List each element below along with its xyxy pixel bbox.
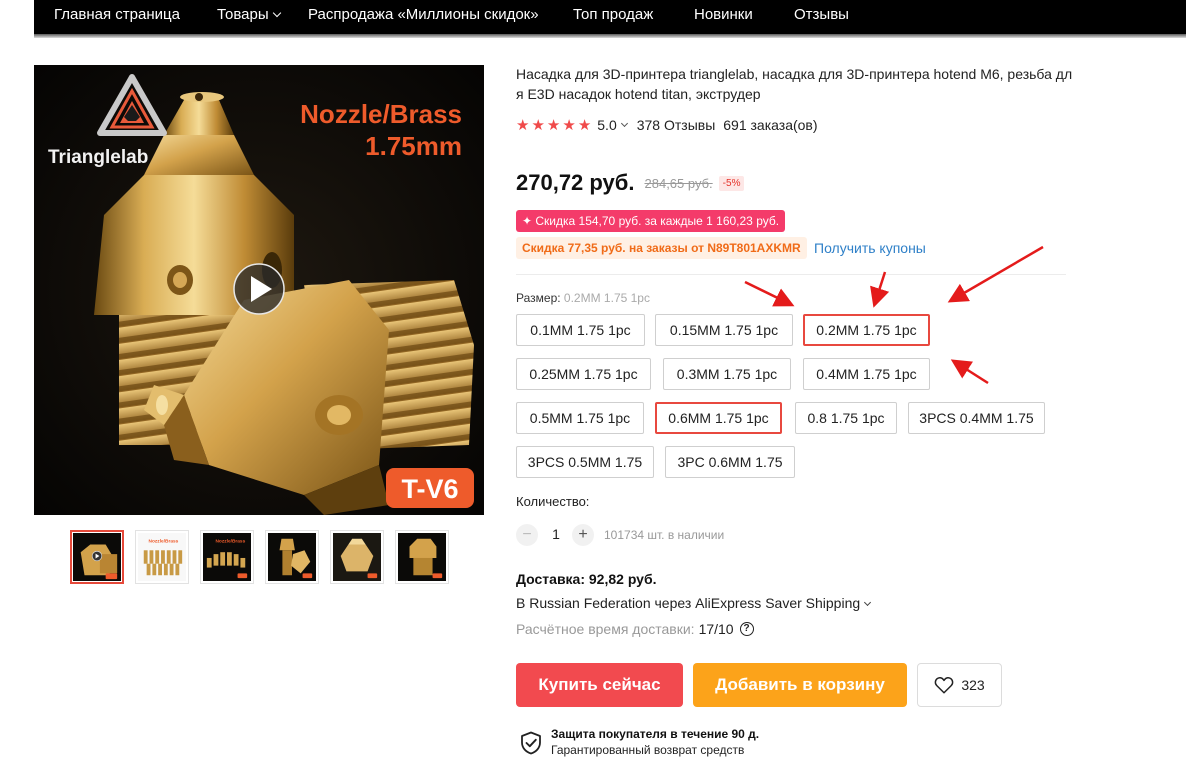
svg-text:Nozzle/Brass: Nozzle/Brass [149,539,179,545]
delivery-eta: Расчётное время доставки: 17/10 ? [516,621,754,637]
size-label-text: Размер: [516,291,561,305]
image-heading-line2: 1.75mm [365,131,462,161]
heart-icon [934,676,954,694]
eta-label: Расчётное время доставки: [516,621,695,637]
shipping-cost: Доставка: 92,82 руб. [516,571,657,587]
rating-row: ★ ★ ★ ★ ★ 5.0 378 Отзывы 691 заказа(ов) [516,115,818,135]
nav-shadow [34,34,1186,38]
nav-item-home[interactable]: Главная страница [54,6,180,23]
size-option-0.1mm[interactable]: 0.1MM 1.75 1pc [516,314,645,346]
thumbnail-1[interactable] [70,530,124,584]
reviews-link[interactable]: 378 Отзывы [637,117,716,133]
divider [516,274,1066,275]
nav-item-new[interactable]: Новинки [694,6,753,23]
size-option-0.25mm[interactable]: 0.25MM 1.75 1pc [516,358,651,390]
size-option-0.4mm[interactable]: 0.4MM 1.75 1pc [803,358,930,390]
image-heading-line1: Nozzle/Brass [300,99,462,129]
size-option-0.2mm[interactable]: 0.2MM 1.75 1pc [803,314,930,346]
size-label: Размер: 0.2MM 1.75 1pc [516,291,650,305]
coupon-promo-badge: Скидка 77,35 руб. на заказы от N89T801AX… [516,237,807,259]
star-rating: ★ ★ ★ ★ ★ [516,118,591,133]
thumbnail-image [333,533,381,581]
size-option-3pcs-0.4mm[interactable]: 3PCS 0.4MM 1.75 [908,402,1045,434]
shipping-method-selector[interactable]: В Russian Federation через AliExpress Sa… [516,595,872,611]
buy-now-button[interactable]: Купить сейчас [516,663,683,707]
star-icon: ★ [516,116,530,134]
nav-item-products-label: Товары [217,6,269,23]
logo-text: Trianglelab [48,147,148,168]
arrow-lower [950,359,989,385]
model-badge-text: T-V6 [401,474,458,504]
thumbnail-image: Nozzle/Brass [203,533,251,581]
discount-badge: -5% [718,175,745,191]
orders-count: 691 заказа(ов) [723,117,818,133]
star-icon: ★ [546,116,561,134]
top-navigation: Главная страница Товары Распродажа «Милл… [0,0,1186,38]
rating-value[interactable]: 5.0 [597,117,616,133]
nav-item-top-sales[interactable]: Топ продаж [573,6,653,23]
stock-count: 101734 шт. в наличии [604,528,725,542]
product-title: Насадка для 3D-принтера trianglelab, нас… [516,66,1073,102]
thumbnail-image: Nozzle/Brass [138,533,186,581]
size-selected-value: 0.2MM 1.75 1pc [563,291,650,305]
chevron-down-icon[interactable] [620,119,628,127]
arrow-top [870,271,890,308]
help-icon[interactable]: ? [739,622,754,636]
thumbnail-3[interactable]: Nozzle/Brass [200,530,254,584]
thumbnail-4[interactable] [265,530,319,584]
buyer-protection-subtitle: Гарантированный возврат средств [551,743,745,757]
thumbnail-5[interactable] [330,530,384,584]
thumbnail-image [398,533,446,581]
size-option-3pcs-0.5mm[interactable]: 3PCS 0.5MM 1.75 [516,446,654,478]
size-option-0.5mm[interactable]: 0.5MM 1.75 1pc [516,402,644,434]
star-icon: ★ [562,116,576,134]
arrow-left [744,280,795,307]
old-price: 284,65 руб. [644,175,713,191]
wishlist-count: 323 [961,677,985,693]
nav-item-reviews[interactable]: Отзывы [794,6,849,23]
svg-text:Nozzle/Brass: Nozzle/Brass [215,539,245,545]
star-icon: ★ [577,116,592,134]
quantity-label: Количество: [516,494,590,509]
size-option-0.8[interactable]: 0.8 1.75 1pc [795,402,897,434]
thumbnail-strip: Nozzle/Brass Nozzle/Brass [70,530,450,584]
nav-item-sale[interactable]: Распродажа «Миллионы скидок» [308,6,539,23]
size-option-0.15mm[interactable]: 0.15MM 1.75 1pc [655,314,793,346]
nav-item-products[interactable]: Товары [217,6,281,23]
shield-check-icon [521,731,541,755]
quantity-minus-button[interactable]: − [516,524,538,546]
chevron-down-icon [272,8,281,18]
play-icon[interactable] [233,263,285,315]
buyer-protection-title: Защита покупателя в течение 90 д. [551,727,760,741]
thumbnail-2[interactable]: Nozzle/Brass [135,530,189,584]
shipping-method-text: В Russian Federation через AliExpress Sa… [516,595,861,611]
eta-value: 17/10 [698,621,734,637]
deal-promo-badge[interactable]: ✦ Скидка 154,70 руб. за каждые 1 160,23 … [516,210,786,232]
thumbnail-image [268,533,316,581]
get-coupons-link[interactable]: Получить купоны [814,240,926,256]
size-option-0.3mm[interactable]: 0.3MM 1.75 1pc [663,358,791,390]
product-photo: Trianglelab Nozzle/Brass 1.75mm T-V6 [34,65,484,515]
current-price: 270,72 руб. [516,170,635,195]
chevron-down-icon [864,598,872,607]
size-option-3pc-0.6mm[interactable]: 3PC 0.6MM 1.75 [665,446,795,478]
quantity-plus-button[interactable]: + [572,524,594,546]
add-to-cart-button[interactable]: Добавить в корзину [693,663,907,707]
wishlist-button[interactable]: 323 [917,663,1002,707]
main-product-image[interactable]: Trianglelab Nozzle/Brass 1.75mm T-V6 [34,65,484,515]
star-icon: ★ [531,116,545,134]
thumbnail-image [73,533,121,581]
price-row: 270,72 руб. 284,65 руб. -5% [516,169,745,197]
thumbnail-6[interactable] [395,530,449,584]
size-option-0.6mm[interactable]: 0.6MM 1.75 1pc [655,402,782,434]
quantity-value[interactable]: 1 [548,526,564,542]
